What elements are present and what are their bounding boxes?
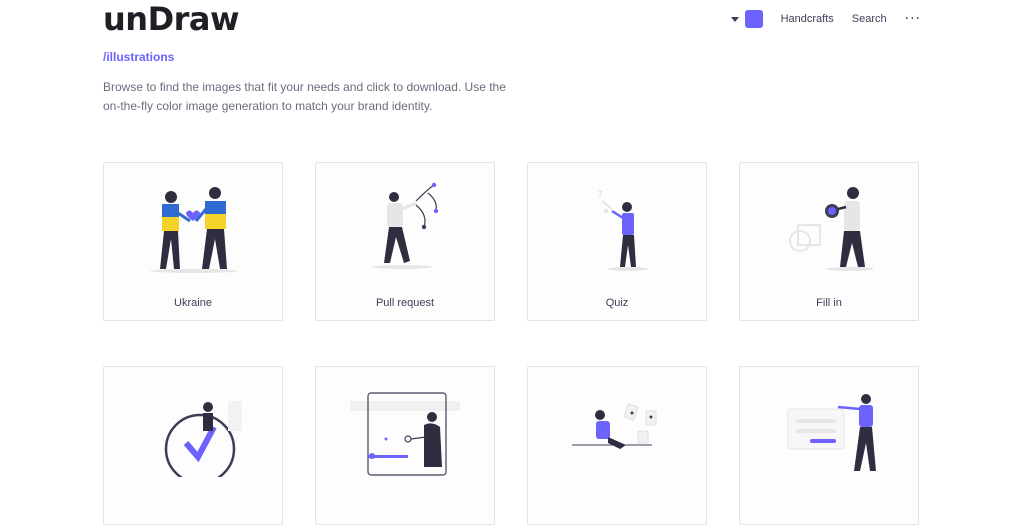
illustration-card[interactable] [315,366,495,525]
card-label: Pull request [375,297,435,309]
ukraine-illustration [150,187,238,273]
card-label: Fill in [816,297,842,309]
illustration-card[interactable] [527,366,707,525]
checkmark-illustration [164,401,242,477]
illustration-card[interactable] [739,366,919,525]
illustration-card[interactable]: Pull request [315,162,495,321]
page-subtitle: /illustrations [103,50,175,64]
illustration-card[interactable]: Ukraine [103,162,283,321]
page-description: Browse to find the images that fit your … [103,80,506,113]
arrange-illustration [572,403,657,449]
illustration-card[interactable]: ? Quiz [527,162,707,321]
pull-request-illustration [372,182,439,269]
fill-in-illustration [789,187,874,271]
illustration-card[interactable] [103,366,283,525]
card-label: Quiz [605,297,629,309]
quiz-illustration: ? [598,190,648,271]
color-swatch[interactable] [744,10,763,28]
nav-link-handcrafts[interactable]: Handcrafts [781,13,834,25]
card-label: Ukraine [174,297,212,309]
presentation-illustration [350,392,460,476]
svg-text:?: ? [598,190,602,199]
top-nav: Handcrafts Search ··· [730,10,921,28]
color-picker[interactable] [730,10,763,28]
nav-link-search[interactable]: Search [852,13,887,25]
form-illustration [787,394,876,471]
chevron-down-icon[interactable] [730,16,739,22]
more-menu-icon[interactable]: ··· [905,12,921,26]
illustration-card[interactable]: Fill in [739,162,919,321]
logo[interactable]: unDraw [103,0,240,38]
